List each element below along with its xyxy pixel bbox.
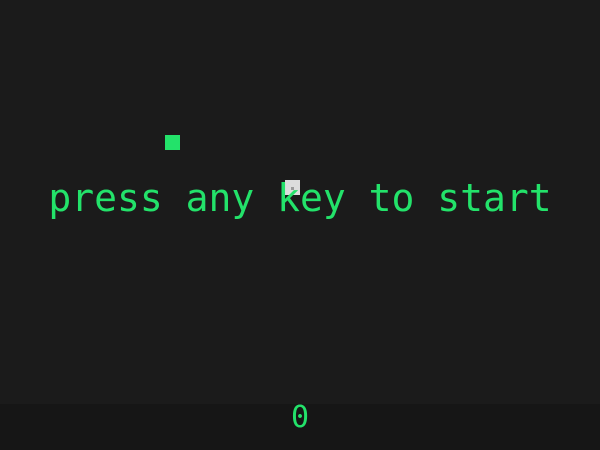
- food-pellet: [165, 135, 180, 150]
- start-prompt: press any key to start: [48, 176, 552, 220]
- playfield: press any key to start: [0, 0, 600, 404]
- score-value: 0: [290, 400, 310, 435]
- score-bar: 0: [0, 400, 600, 450]
- game-screen[interactable]: press any key to start 0: [0, 0, 600, 450]
